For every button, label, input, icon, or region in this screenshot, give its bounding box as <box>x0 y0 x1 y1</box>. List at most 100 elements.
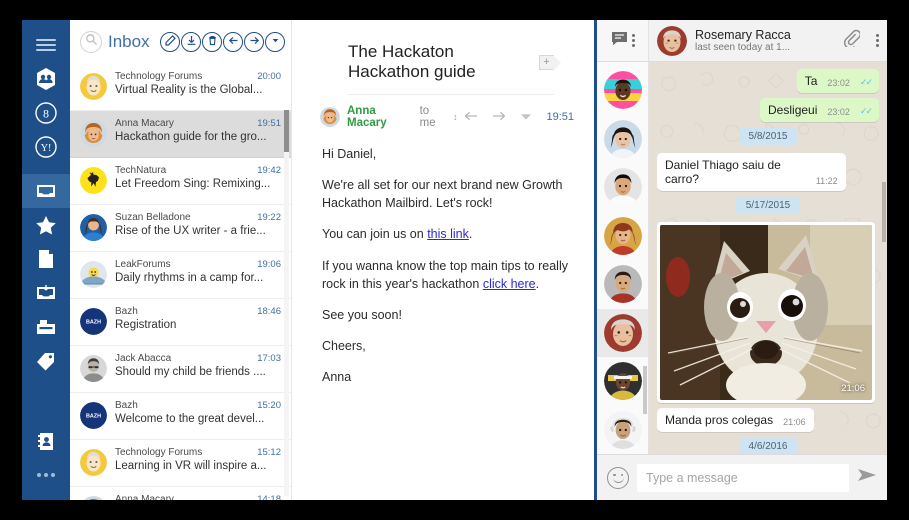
table-row[interactable]: Anna Macary 14:18 How Should We Tax Self… <box>70 487 291 500</box>
sidebar-item-contacts[interactable] <box>22 424 70 458</box>
table-row[interactable]: Jack Abacca 17:03 Should my child be fri… <box>70 346 291 393</box>
message-row[interactable]: Ta 23:02 ✓✓ <box>657 69 879 93</box>
table-row[interactable]: Technology Forums 20:00 Virtual Reality … <box>70 64 291 111</box>
sidebar-item-accounts[interactable] <box>22 62 70 96</box>
mail-row-body: Anna Macary 14:18 How Should We Tax Self… <box>115 494 281 500</box>
mail-row-body: Bazh 18:46 Registration <box>115 306 281 331</box>
chat-contact-header[interactable]: Rosemary Racca last seen today at 1... <box>649 20 887 61</box>
email-meta-row: Anna Macary to me ↕ <box>292 95 594 141</box>
svg-text:Y!: Y! <box>41 143 52 154</box>
chat-bubble-incoming: Daniel Thiago saiu de carro? 11:22 <box>657 153 846 191</box>
send-button[interactable] <box>857 467 877 488</box>
sidebar-item-more[interactable] <box>22 458 70 492</box>
chat-contacts-list[interactable] <box>597 62 649 454</box>
search-button[interactable] <box>80 31 102 53</box>
sidebar-item-yahoo-account[interactable]: Y! <box>22 130 70 164</box>
mail-row-body: Technology Forums 15:12 Learning in VR w… <box>115 447 281 472</box>
avatar <box>80 214 107 241</box>
table-row[interactable]: Anna Macary 19:51 Hackathon guide for th… <box>70 111 291 158</box>
mail-sender: Technology Forums <box>115 71 253 82</box>
paragraph-text: . <box>469 227 472 241</box>
sidebar-item-inbox[interactable] <box>22 174 70 208</box>
paperclip-icon <box>843 29 860 52</box>
avatar <box>80 496 107 500</box>
document-icon <box>38 249 54 269</box>
chat-thread[interactable]: Ta 23:02 ✓✓ Desligeui 23:02 ✓✓ 5/8/ <box>649 62 887 454</box>
hamburger-icon <box>36 39 56 51</box>
email-link[interactable]: click here <box>483 277 536 291</box>
avatar <box>604 71 642 109</box>
list-item[interactable] <box>597 357 649 406</box>
mail-sender: Suzan Belladone <box>115 212 253 223</box>
table-row[interactable]: LeakForums 19:06 Daily rhythms in a camp… <box>70 252 291 299</box>
email-recipient: to me <box>420 105 446 129</box>
reply-button[interactable] <box>223 32 243 52</box>
mail-subject: Learning in VR will inspire a... <box>115 460 281 472</box>
sidebar-item-sent[interactable] <box>22 310 70 344</box>
list-item[interactable] <box>597 212 649 261</box>
mail-sender: Jack Abacca <box>115 353 253 364</box>
contacts-scrollbar[interactable] <box>643 366 647 414</box>
sidebar-item-archive[interactable] <box>22 276 70 310</box>
avatar: BAZH <box>80 402 107 429</box>
attach-button[interactable] <box>843 29 860 52</box>
list-item[interactable] <box>597 260 649 309</box>
avatar <box>604 217 642 255</box>
table-row[interactable]: Technology Forums 15:12 Learning in VR w… <box>70 440 291 487</box>
avatar <box>604 168 642 206</box>
chat-menu-button[interactable] <box>876 34 879 47</box>
hamburger-menu-button[interactable] <box>22 28 70 62</box>
expand-chevron-icon[interactable]: ↕ <box>453 112 458 122</box>
sidebar-item-drafts[interactable] <box>22 242 70 276</box>
list-item[interactable] <box>597 66 649 115</box>
message-row[interactable]: Manda pros colegas 21:06 <box>657 408 879 432</box>
email-sender-name[interactable]: Anna Macary <box>347 105 413 129</box>
message-time: 23:02 <box>827 107 850 117</box>
mail-row-body: Suzan Belladone 19:22 Rise of the UX wri… <box>115 212 281 237</box>
chat-bubble-icon[interactable] <box>611 31 628 51</box>
forward-button[interactable] <box>492 108 506 126</box>
date-divider: 5/8/2015 <box>657 128 879 145</box>
chat-bubble-image[interactable]: 21:06 <box>657 222 875 403</box>
list-item[interactable] <box>597 309 649 358</box>
reply-button[interactable] <box>464 108 478 126</box>
list-item[interactable] <box>597 406 649 455</box>
more-actions-button[interactable] <box>520 108 532 126</box>
star-icon <box>35 215 57 236</box>
delete-button[interactable] <box>202 32 222 52</box>
sidebar-item-google-account[interactable]: 8 <box>22 96 70 130</box>
message-row[interactable]: Daniel Thiago saiu de carro? 11:22 <box>657 153 879 191</box>
sidebar-item-starred[interactable] <box>22 208 70 242</box>
table-row[interactable]: TechNatura 19:42 Let Freedom Sing: Remix… <box>70 158 291 205</box>
avatar <box>320 107 340 127</box>
emoji-button[interactable] <box>607 467 629 489</box>
message-row[interactable]: Desligeui 23:02 ✓✓ <box>657 98 879 122</box>
archive-button[interactable] <box>181 32 201 52</box>
mail-row-body: Anna Macary 19:51 Hackathon guide for th… <box>115 118 281 143</box>
table-row[interactable]: BAZH Bazh 15:20 Welcome to the great dev… <box>70 393 291 440</box>
add-label-button[interactable]: + <box>539 55 554 70</box>
chat-scrollbar[interactable] <box>882 182 886 242</box>
sidebar-bottom-group <box>22 424 70 492</box>
mail-list-scroll[interactable]: Technology Forums 20:00 Virtual Reality … <box>70 64 291 500</box>
inbox-download-icon <box>35 283 57 303</box>
table-row[interactable]: Suzan Belladone 19:22 Rise of the UX wri… <box>70 205 291 252</box>
mail-list-scrollbar[interactable] <box>284 110 289 496</box>
compose-button[interactable] <box>160 32 180 52</box>
mail-time: 15:20 <box>253 400 281 411</box>
message-row[interactable]: 21:06 <box>657 222 879 403</box>
more-actions-button[interactable] <box>265 32 285 52</box>
chat-panel: Rosemary Racca last seen today at 1... <box>597 20 887 500</box>
list-item[interactable] <box>597 115 649 164</box>
mail-sender: Anna Macary <box>115 494 253 500</box>
email-link[interactable]: this link <box>427 227 469 241</box>
reply-arrow-icon <box>228 33 239 51</box>
list-item[interactable] <box>597 163 649 212</box>
forward-button[interactable] <box>244 32 264 52</box>
scrollbar-thumb[interactable] <box>284 110 289 152</box>
message-input[interactable] <box>637 464 849 492</box>
more-vertical-icon[interactable] <box>632 34 635 47</box>
email-reading-pane: The Hackaton Hackathon guide + Anna Maca… <box>292 20 597 500</box>
table-row[interactable]: BAZH Bazh 18:46 Registration <box>70 299 291 346</box>
sidebar-item-labels[interactable] <box>22 344 70 378</box>
